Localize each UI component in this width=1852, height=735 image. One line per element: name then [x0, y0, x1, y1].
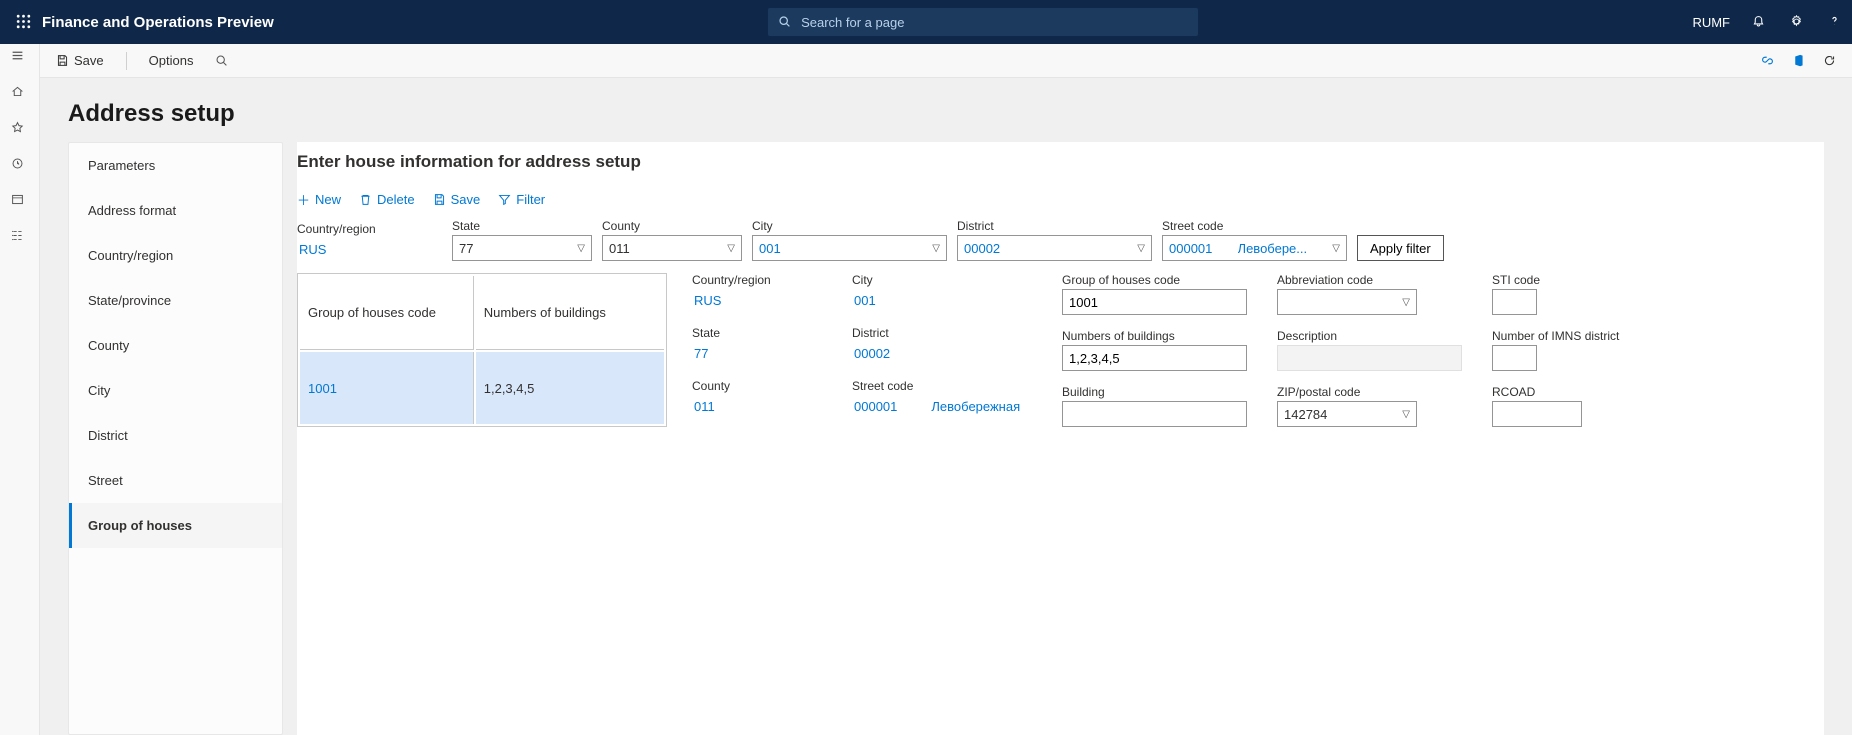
f-city: 001	[852, 289, 1032, 312]
gear-icon[interactable]	[1786, 15, 1806, 30]
group-code-input[interactable]	[1062, 289, 1247, 315]
f-state: 77	[692, 342, 822, 365]
zip-combo[interactable]: 142784▽	[1277, 401, 1417, 427]
grid-col-group-code[interactable]: Group of houses code	[300, 276, 474, 350]
recent-icon[interactable]	[11, 156, 29, 174]
district-combo[interactable]: 00002▽	[957, 235, 1152, 261]
description-input	[1277, 345, 1462, 371]
chevron-down-icon: ▽	[727, 243, 735, 254]
delete-button[interactable]: Delete	[359, 192, 415, 207]
chevron-down-icon: ▽	[577, 243, 585, 254]
save-icon	[56, 53, 69, 68]
nav-county[interactable]: County	[69, 323, 282, 368]
office-icon[interactable]	[1792, 53, 1805, 68]
numbers-input[interactable]	[1062, 345, 1247, 371]
link-icon[interactable]	[1761, 53, 1774, 68]
chevron-down-icon: ▽	[1402, 297, 1410, 308]
state-combo[interactable]: 77▽	[452, 235, 592, 261]
city-combo[interactable]: 001▽	[752, 235, 947, 261]
global-search[interactable]	[768, 8, 1198, 36]
nav-address-format[interactable]: Address format	[69, 188, 282, 233]
plus-icon: ＋	[297, 190, 310, 209]
nav-group-of-houses[interactable]: Group of houses	[69, 503, 282, 548]
nav-state[interactable]: State/province	[69, 278, 282, 323]
chevron-down-icon: ▽	[1137, 243, 1145, 254]
f-county: 011	[692, 395, 822, 418]
nav-country[interactable]: Country/region	[69, 233, 282, 278]
county-label: County	[602, 219, 742, 233]
save-button[interactable]: Save	[56, 53, 104, 68]
filter-row: Country/region RUS State 77▽ County 011▽…	[297, 219, 1824, 261]
hamburger-icon[interactable]	[11, 48, 29, 66]
waffle-icon[interactable]	[8, 12, 38, 32]
side-rail	[0, 44, 40, 735]
imns-input[interactable]	[1492, 345, 1537, 371]
action-bar: Save Options	[40, 44, 1852, 78]
city-label: City	[752, 219, 947, 233]
abbr-combo[interactable]: ▽	[1277, 289, 1417, 315]
nav-street[interactable]: Street	[69, 458, 282, 503]
apply-filter-button[interactable]: Apply filter	[1357, 235, 1444, 261]
brand-label: Finance and Operations Preview	[42, 14, 274, 31]
sti-input[interactable]	[1492, 289, 1537, 315]
f-country: RUS	[692, 289, 822, 312]
state-label: State	[452, 219, 592, 233]
chevron-down-icon: ▽	[932, 243, 940, 254]
chevron-down-icon: ▽	[1332, 243, 1340, 254]
save-icon	[433, 192, 446, 207]
actionbar-search-icon[interactable]	[215, 54, 228, 67]
trash-icon	[359, 192, 372, 207]
f-streetcode: 000001	[852, 395, 899, 418]
streetcode-label: Street code	[1162, 219, 1347, 233]
county-combo[interactable]: 011▽	[602, 235, 742, 261]
country-label: Country/region	[297, 222, 442, 236]
home-icon[interactable]	[11, 84, 29, 102]
grid-col-numbers[interactable]: Numbers of buildings	[476, 276, 664, 350]
options-button[interactable]: Options	[149, 53, 194, 68]
nav-parameters[interactable]: Parameters	[69, 143, 282, 188]
user-label[interactable]: RUMF	[1692, 15, 1730, 30]
chevron-down-icon: ▽	[1402, 409, 1410, 420]
cell-numbers: 1,2,3,4,5	[476, 352, 664, 424]
f-district: 00002	[852, 342, 1032, 365]
district-label: District	[957, 219, 1152, 233]
cell-group-code: 1001	[300, 352, 474, 424]
houses-grid: Group of houses code Numbers of building…	[297, 273, 667, 427]
detail-form: Country/regionRUS State77 County011 City…	[692, 273, 1619, 427]
workspace-icon[interactable]	[11, 192, 29, 210]
top-nav: Finance and Operations Preview RUMF	[0, 0, 1852, 44]
country-value: RUS	[297, 238, 442, 261]
table-row[interactable]: 1001 1,2,3,4,5	[300, 352, 664, 424]
detail-toolbar: ＋New Delete Save Filter	[297, 182, 1824, 219]
building-input[interactable]	[1062, 401, 1247, 427]
rcoad-input[interactable]	[1492, 401, 1582, 427]
nav-district[interactable]: District	[69, 413, 282, 458]
detail-heading: Enter house information for address setu…	[297, 142, 1824, 182]
search-icon	[778, 15, 791, 30]
funnel-icon	[498, 192, 511, 207]
new-button[interactable]: ＋New	[297, 190, 341, 209]
bell-icon[interactable]	[1748, 15, 1768, 30]
detail-save-button[interactable]: Save	[433, 192, 481, 207]
page-title: Address setup	[40, 78, 1852, 132]
refresh-icon[interactable]	[1823, 53, 1836, 68]
star-icon[interactable]	[11, 120, 29, 138]
help-icon[interactable]	[1824, 15, 1844, 30]
search-input[interactable]	[801, 15, 1188, 30]
streetcode-combo[interactable]: 000001 Левобере... ▽	[1162, 235, 1347, 261]
nav-city[interactable]: City	[69, 368, 282, 413]
f-streetname: Левобережная	[929, 395, 1022, 418]
section-nav: Parameters Address format Country/region…	[68, 142, 283, 735]
modules-icon[interactable]	[11, 228, 29, 246]
filter-button[interactable]: Filter	[498, 192, 545, 207]
